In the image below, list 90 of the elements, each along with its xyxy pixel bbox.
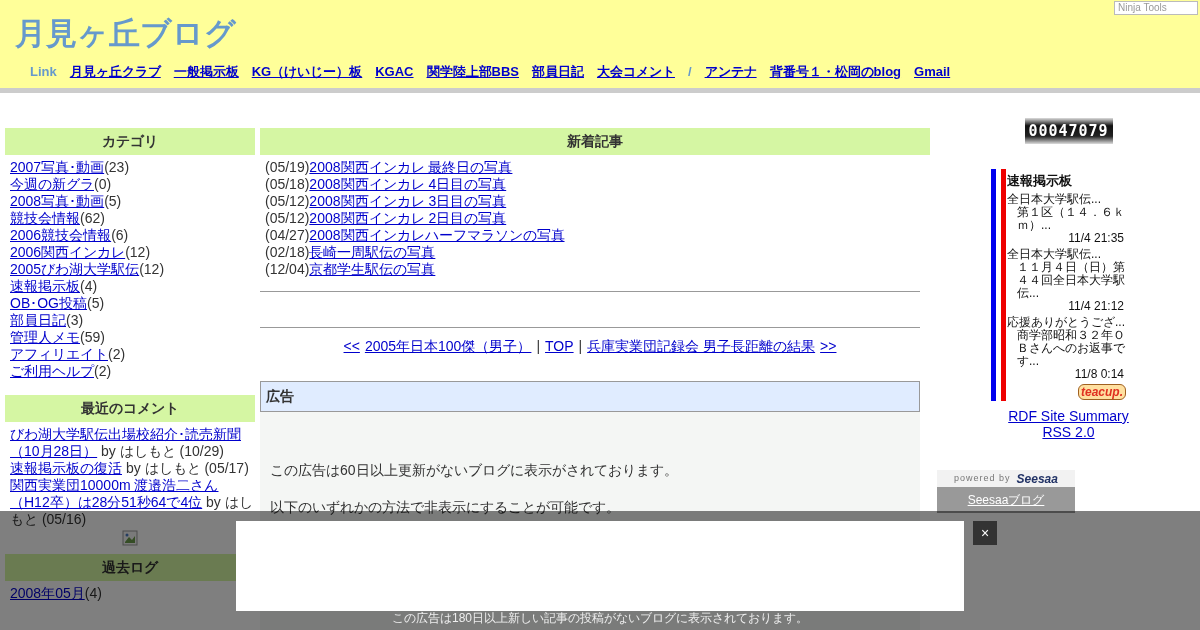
article-link[interactable]: 2008関西インカレ 最終日の写真	[309, 159, 513, 175]
article-date: (05/12)	[265, 193, 310, 209]
category-count: (2)	[94, 363, 112, 379]
article-link[interactable]: 2008関西インカレ 4日目の写真	[309, 176, 507, 192]
article-date: (05/12)	[265, 210, 310, 226]
feed-link[interactable]: RSS 2.0	[1042, 424, 1095, 440]
post-body: 第１区（１４．６ｋｍ）...	[1016, 206, 1126, 232]
category-link[interactable]: 2008写真･動画	[10, 193, 105, 209]
category-count: (62)	[80, 210, 105, 226]
nav-link[interactable]: 関学陸上部BBS	[426, 62, 519, 82]
archive-count: (4)	[84, 585, 102, 601]
overlay-note: この広告は180日以上新しい記事の投稿がないブログに表示されております。	[392, 610, 808, 627]
section-heading: 新着記事	[260, 128, 930, 155]
seesaa-banner[interactable]: powered by Seesaa	[937, 470, 1075, 487]
article-link[interactable]: 2008関西インカレ 3日目の写真	[309, 193, 507, 209]
category-link[interactable]: ご利用ヘルプ	[10, 363, 94, 379]
post-body: １１月４日（日）第４４回全日本大学駅伝...	[1016, 261, 1126, 300]
category-link[interactable]: 2005びわ湖大学駅伝	[10, 261, 140, 277]
pager-link[interactable]: TOP	[545, 338, 574, 355]
category-count: (0)	[94, 176, 112, 192]
article-date: (02/18)	[265, 244, 310, 260]
ad-text: この広告は60日以上更新がないブログに表示がされております。	[270, 462, 679, 479]
nav-link[interactable]: Gmail	[914, 62, 951, 82]
article-date: (04/27)	[265, 227, 310, 243]
category-count: (4)	[80, 278, 98, 294]
comment-entry[interactable]: 速報掲示板の復活 by はしもと (05/17)	[10, 460, 253, 477]
article-link[interactable]: 長崎一周駅伝の写真	[309, 244, 436, 260]
category-count: (6)	[111, 227, 129, 243]
ad-heading: 広告	[260, 381, 920, 412]
nav-link[interactable]: 部員日記	[531, 62, 584, 82]
post-title[interactable]: 全日本大学駅伝...	[1007, 248, 1126, 261]
post-title[interactable]: 応援ありがとうござ...	[1007, 316, 1126, 329]
pager-separator: |	[536, 338, 541, 355]
category-count: (2)	[108, 346, 126, 362]
category-link[interactable]: アフィリエイト	[10, 346, 108, 362]
pager-separator: |	[578, 338, 583, 355]
category-link[interactable]: 管理人メモ	[10, 329, 80, 345]
close-button[interactable]: ×	[973, 521, 997, 545]
category-count: (5)	[87, 295, 105, 311]
post-time: 11/4 21:35	[1067, 232, 1125, 245]
nav-link[interactable]: 一般掲示板	[173, 62, 239, 82]
category-link[interactable]: 2007写真･動画	[10, 159, 105, 175]
pager-link[interactable]: <<	[343, 338, 360, 355]
category-link[interactable]: 今週の新グラ	[10, 176, 94, 192]
nav-label: Link	[30, 63, 57, 81]
category-count: (5)	[104, 193, 122, 209]
article-date: (05/19)	[265, 159, 310, 175]
nav-link[interactable]: 背番号１・松岡のblog	[769, 62, 902, 82]
pager-link[interactable]: >>	[820, 338, 837, 355]
category-link[interactable]: 部員日記	[10, 312, 66, 328]
nav-link[interactable]: 大会コメント	[596, 62, 675, 82]
category-count: (3)	[66, 312, 84, 328]
post-time: 11/4 21:12	[1067, 300, 1125, 313]
teacup-logo[interactable]: teacup.	[1078, 384, 1126, 400]
post-time: 11/8 0:14	[1073, 368, 1125, 381]
category-count: (12)	[125, 244, 151, 260]
powered-by-text: powered by	[954, 471, 1011, 485]
category-link[interactable]: 競技会情報	[10, 210, 80, 226]
article-date: (12/04)	[265, 261, 310, 277]
post-title[interactable]: 全日本大学駅伝...	[1007, 193, 1126, 206]
category-count: (23)	[104, 159, 130, 175]
ad-text: 以下のいずれかの方法で非表示にすることが可能です。	[270, 499, 621, 516]
comment-entry[interactable]: 関西実業団10000m 渡邉浩二さん（H12卒）は28分51秒64で4位 by はしもと (05/16)	[10, 477, 253, 528]
feed-link[interactable]: RDF Site Summary	[1008, 408, 1129, 424]
comment-entry[interactable]: びわ湖大学駅伝出場校紹介･読売新聞（10月28日） by はしもと (10/29)	[10, 426, 253, 460]
nav-link[interactable]: KGAC	[375, 62, 414, 82]
seesaa-logo: Seesaa	[1016, 470, 1058, 488]
category-link[interactable]: 速報掲示板	[10, 278, 80, 294]
category-link[interactable]: OB･OG投稿	[10, 295, 87, 311]
nav-link[interactable]: アンテナ	[704, 62, 757, 82]
article-link[interactable]: 2008関西インカレハーフマラソンの写真	[309, 227, 565, 243]
broken-image-icon	[122, 530, 138, 546]
article-link[interactable]: 京都学生駅伝の写真	[309, 261, 436, 277]
category-count: (12)	[139, 261, 165, 277]
nav-link[interactable]: KG（けいじー）板	[251, 62, 363, 82]
category-link[interactable]: 2006競技会情報	[10, 227, 112, 243]
post-body: 商学部昭和３２年ＯＢさんへのお返事です...	[1017, 329, 1126, 368]
nav-link[interactable]: 月見ヶ丘クラブ	[69, 62, 161, 82]
pager-link[interactable]: 兵庫実業団記録会 男子長距離の結果	[587, 338, 816, 355]
article-link[interactable]: 2008関西インカレ 2日目の写真	[309, 210, 507, 226]
nav-separator: /	[687, 63, 692, 81]
archive-link[interactable]: 2008年05月	[10, 585, 85, 601]
category-count: (59)	[80, 329, 105, 345]
article-date: (05/18)	[265, 176, 310, 192]
section-heading: 最近のコメント	[5, 395, 255, 422]
category-link[interactable]: 2006関西インカレ	[10, 244, 126, 260]
pager-link[interactable]: 2005年日本100傑（男子）	[364, 338, 532, 355]
visitor-counter: 00047079	[1024, 118, 1113, 144]
board-title[interactable]: 速報掲示板	[1007, 173, 1126, 188]
section-heading: カテゴリ	[5, 128, 255, 155]
